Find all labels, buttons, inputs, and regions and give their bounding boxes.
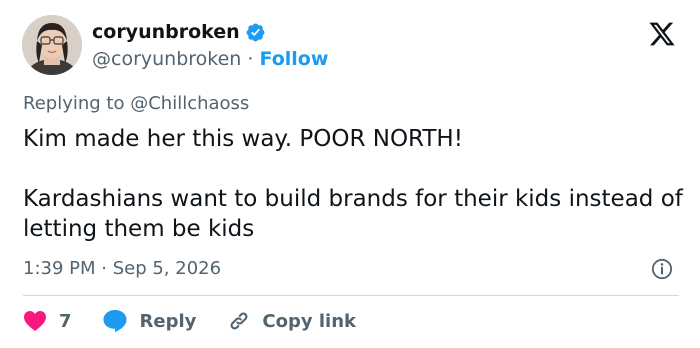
- info-icon[interactable]: [651, 258, 673, 280]
- replying-to-prefix: Replying to: [23, 93, 125, 114]
- author-display-name[interactable]: coryunbroken: [92, 21, 266, 43]
- tweet-timestamp[interactable]: 1:39 PM · Sep 5, 2026: [23, 258, 221, 279]
- verified-badge-icon: [246, 23, 265, 41]
- like-button[interactable]: 7: [23, 310, 72, 332]
- x-logo-icon[interactable]: [647, 20, 677, 48]
- action-bar: 7 Reply Copy link: [23, 308, 356, 334]
- reply-label: Reply: [139, 310, 197, 332]
- author-handle-line: @coryunbroken · Follow: [92, 48, 328, 70]
- author-handle[interactable]: @coryunbroken: [92, 48, 241, 70]
- avatar-image: [22, 15, 82, 75]
- tweet-paragraph: Kardashians want to build brands for the…: [23, 186, 683, 242]
- reply-bubble-icon: [103, 310, 127, 332]
- reply-button[interactable]: Reply: [102, 309, 197, 333]
- divider: [23, 295, 679, 296]
- link-icon: [230, 312, 248, 330]
- avatar[interactable]: [22, 15, 82, 75]
- replying-to-mention[interactable]: @Chillchaoss: [130, 93, 249, 114]
- tweet-paragraph: Kim made her this way. POOR NORTH!: [23, 126, 463, 152]
- author-name-text[interactable]: coryunbroken: [92, 21, 240, 43]
- handle-separator: ·: [247, 48, 254, 70]
- tweet-text: Kim made her this way. POOR NORTH! Karda…: [23, 124, 683, 244]
- heart-icon: [24, 311, 46, 331]
- follow-button[interactable]: Follow: [260, 48, 329, 70]
- copy-link-label: Copy link: [262, 310, 356, 332]
- copy-link-button[interactable]: Copy link: [226, 308, 356, 334]
- replying-to: Replying to @Chillchaoss: [23, 93, 249, 114]
- like-count: 7: [59, 310, 72, 332]
